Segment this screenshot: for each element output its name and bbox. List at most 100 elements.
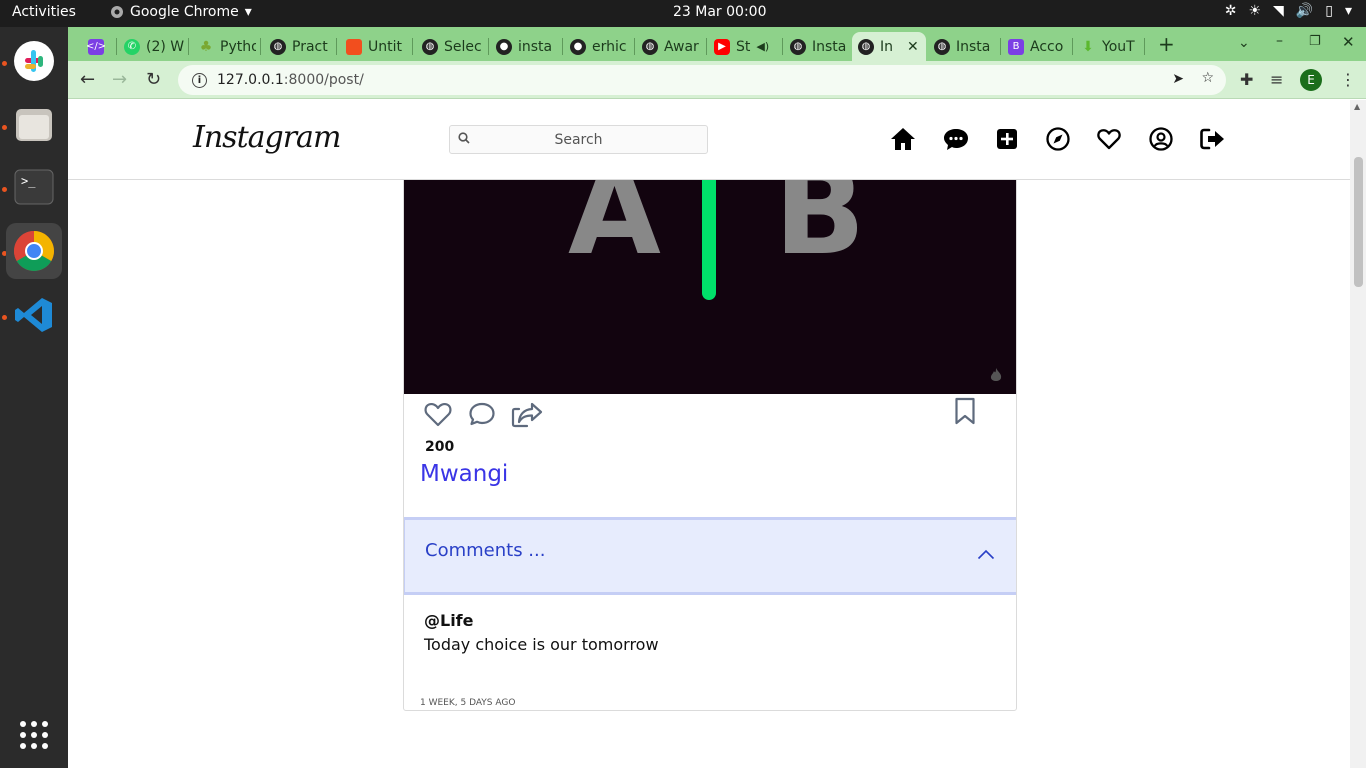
send-to-devices-icon[interactable]: ➤ xyxy=(1172,71,1184,87)
tab[interactable]: B Acco xyxy=(1002,32,1070,61)
chevron-up-icon xyxy=(977,549,995,560)
download-icon: ⬇ xyxy=(1082,38,1094,55)
brightness-icon: ☀ xyxy=(1248,3,1262,19)
logout-icon[interactable] xyxy=(1199,125,1227,153)
wifi-icon: ◥ xyxy=(1273,3,1284,19)
bookmark-icon xyxy=(955,397,975,425)
comments-accordion-header[interactable]: Comments ... xyxy=(404,517,1016,595)
tab-search-button[interactable]: ⌄ xyxy=(1238,35,1250,51)
globe-icon: ◍ xyxy=(790,38,806,55)
chrome-icon xyxy=(111,6,123,18)
instagram-header: Instagram Search xyxy=(68,100,1350,180)
show-applications-button[interactable] xyxy=(6,707,62,763)
extensions-icon[interactable]: ✚ xyxy=(1240,70,1253,89)
reload-button[interactable]: ↻ xyxy=(146,69,161,90)
scrollbar-thumb[interactable] xyxy=(1354,157,1363,287)
tab[interactable]: ◍ Pract xyxy=(264,32,332,61)
slack-tray-icon: ✲ xyxy=(1224,3,1237,19)
tab[interactable]: ♣ Pytho xyxy=(192,32,256,61)
comment-username[interactable]: @Life xyxy=(424,611,474,630)
bootstrap-icon: B xyxy=(1008,38,1024,55)
vscode-launcher[interactable] xyxy=(6,287,62,343)
minimize-button[interactable]: – xyxy=(1276,33,1283,49)
tab[interactable]: ▶ St ◀) xyxy=(708,32,780,61)
post-image[interactable]: A B xyxy=(404,153,1016,394)
messages-icon[interactable] xyxy=(942,125,970,153)
profile-icon[interactable] xyxy=(1147,125,1175,153)
battery-icon: ▯ xyxy=(1325,3,1333,19)
activity-heart-icon[interactable] xyxy=(1095,125,1123,153)
whatsapp-icon: ✆ xyxy=(124,38,140,55)
page-scrollbar[interactable]: ▲ xyxy=(1350,100,1366,768)
app-menu[interactable]: Google Chrome ▾ xyxy=(110,4,252,20)
slack-launcher[interactable] xyxy=(6,33,62,89)
tab[interactable]: ⬇ YouT xyxy=(1074,32,1142,61)
terminal-launcher[interactable]: >_ xyxy=(6,159,62,215)
tab[interactable]: ◍ Insta xyxy=(928,32,996,61)
back-button[interactable]: ← xyxy=(80,69,95,90)
chrome-launcher[interactable] xyxy=(6,223,62,279)
tab[interactable]: ● insta xyxy=(490,32,558,61)
post-author-link[interactable]: Mwangi xyxy=(420,461,508,487)
comment-button[interactable] xyxy=(468,401,496,431)
bookmark-star-icon[interactable]: ☆ xyxy=(1201,70,1214,86)
tab[interactable]: Untit xyxy=(340,32,408,61)
system-tray[interactable]: ✲ ☀ ◥ 🔊 ▯ ▾ xyxy=(1225,3,1352,19)
globe-icon: ◍ xyxy=(422,38,438,55)
tab[interactable]: ◍ Awar xyxy=(636,32,702,61)
svg-text:>_: >_ xyxy=(21,174,36,188)
terminal-icon: >_ xyxy=(14,169,54,205)
figma-icon xyxy=(346,38,362,55)
app-menu-label: Google Chrome xyxy=(130,4,239,20)
youtube-icon: ▶ xyxy=(714,38,730,55)
tab[interactable]: ◍ Selec xyxy=(416,32,484,61)
globe-icon: ◍ xyxy=(642,38,658,55)
chevron-down-icon: ▾ xyxy=(244,4,252,20)
tab[interactable]: ✆ (2) W xyxy=(118,32,184,61)
files-launcher[interactable] xyxy=(6,97,62,153)
close-tab-icon[interactable]: ✕ xyxy=(907,39,919,55)
dock: >_ xyxy=(0,27,68,768)
audio-playing-icon[interactable]: ◀) xyxy=(756,40,769,53)
clock[interactable]: 23 Mar 00:00 xyxy=(673,4,766,20)
activities-button[interactable]: Activities xyxy=(12,4,76,20)
like-button[interactable] xyxy=(424,401,452,431)
url-host: 127.0.0.1 xyxy=(217,72,284,88)
site-info-icon[interactable]: i xyxy=(192,72,207,88)
url-path: :8000/post/ xyxy=(283,72,364,88)
tab[interactable]: </> xyxy=(82,32,112,61)
code-icon: </> xyxy=(86,38,106,55)
tab[interactable]: ● erhic xyxy=(564,32,632,61)
tab-active[interactable]: ◍ In ✕ xyxy=(852,32,926,61)
files-icon xyxy=(16,109,52,141)
home-icon[interactable] xyxy=(889,125,917,153)
browser-toolbar: ← → ↻ i 127.0.0.1:8000/post/ ➤ ☆ ✚ ≡ E ⋮ xyxy=(68,61,1366,99)
tree-icon: ♣ xyxy=(199,38,213,55)
search-input[interactable]: Search xyxy=(449,125,708,154)
comment-text: Today choice is our tomorrow xyxy=(424,635,659,654)
new-tab-button[interactable]: + xyxy=(1158,32,1175,56)
github-icon: ● xyxy=(496,38,512,55)
search-icon xyxy=(458,132,470,144)
volume-icon: 🔊 xyxy=(1295,3,1314,19)
media-control-icon[interactable]: ≡ xyxy=(1270,70,1283,89)
heart-icon xyxy=(424,402,452,427)
explore-icon[interactable] xyxy=(1044,125,1072,153)
like-count: 200 xyxy=(425,439,455,455)
maximize-button[interactable]: ❐ xyxy=(1309,34,1321,49)
app-grid-icon xyxy=(20,721,48,749)
github-icon: ● xyxy=(570,38,586,55)
flame-watermark-icon xyxy=(990,368,1002,381)
share-button[interactable] xyxy=(511,401,543,433)
scroll-up-arrow-icon[interactable]: ▲ xyxy=(1354,102,1360,111)
close-window-button[interactable]: ✕ xyxy=(1342,33,1355,51)
instagram-logo[interactable]: Instagram xyxy=(193,120,341,155)
search-placeholder: Search xyxy=(554,131,603,148)
menu-icon[interactable]: ⋮ xyxy=(1340,70,1356,89)
new-post-icon[interactable] xyxy=(993,125,1021,153)
forward-button[interactable]: → xyxy=(112,69,127,90)
profile-avatar[interactable]: E xyxy=(1300,69,1322,91)
save-button[interactable] xyxy=(954,397,976,429)
address-bar[interactable]: i 127.0.0.1:8000/post/ ➤ ☆ xyxy=(178,65,1226,95)
tab[interactable]: ◍ Insta xyxy=(784,32,850,61)
